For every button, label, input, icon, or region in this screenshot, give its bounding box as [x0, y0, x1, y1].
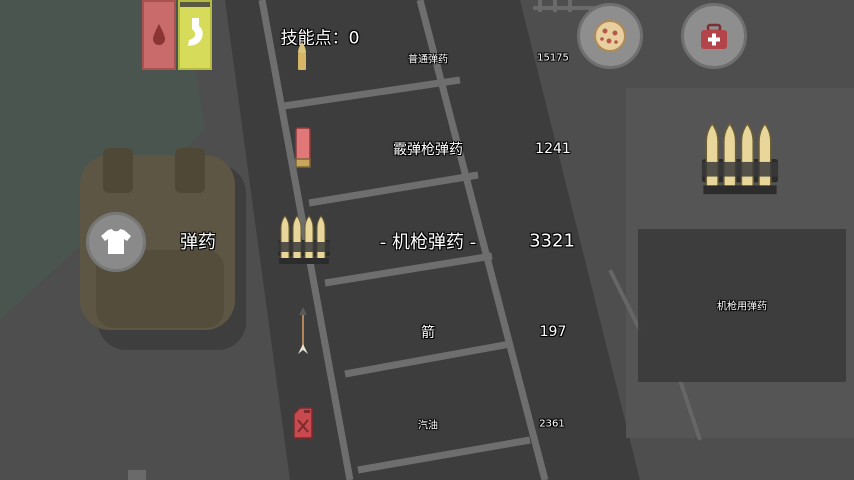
shotgun-shell-icon	[295, 127, 311, 168]
stomach-stat-bar	[178, 0, 212, 70]
ammo-count: 15175	[537, 52, 569, 64]
arrow-icon	[298, 307, 308, 354]
shirt-icon	[101, 229, 131, 254]
category-label[interactable]: 弹药	[180, 228, 216, 254]
ammo-name: 汽油	[418, 420, 438, 432]
detail-machine-gun-ammo-icon	[701, 122, 779, 195]
pizza-icon	[594, 20, 626, 52]
ammo-count: 1241	[535, 141, 571, 157]
ammo-count: 2361	[539, 418, 565, 430]
gas-can-icon	[293, 407, 313, 439]
ammo-name: 霰弹枪弹药	[393, 142, 463, 158]
medkit-icon	[701, 23, 727, 49]
ammo-count: 197	[539, 324, 567, 340]
food-button[interactable]	[577, 3, 643, 69]
ammo-name: 普通弹药	[408, 54, 448, 66]
blood-icon	[153, 24, 165, 45]
machine-gun-ammo-icon	[278, 215, 330, 264]
clothing-button[interactable]	[86, 212, 146, 272]
ammo-name: - 机枪弹药 -	[379, 232, 477, 253]
bullet-icon	[298, 42, 306, 70]
blood-stat-bar	[142, 0, 176, 70]
item-detail-title: 机枪用弹药	[717, 301, 767, 313]
stomach-icon	[188, 18, 203, 46]
ammo-name: 箭	[421, 325, 435, 341]
ammo-count: 3321	[529, 230, 575, 252]
medkit-button[interactable]	[681, 3, 747, 69]
